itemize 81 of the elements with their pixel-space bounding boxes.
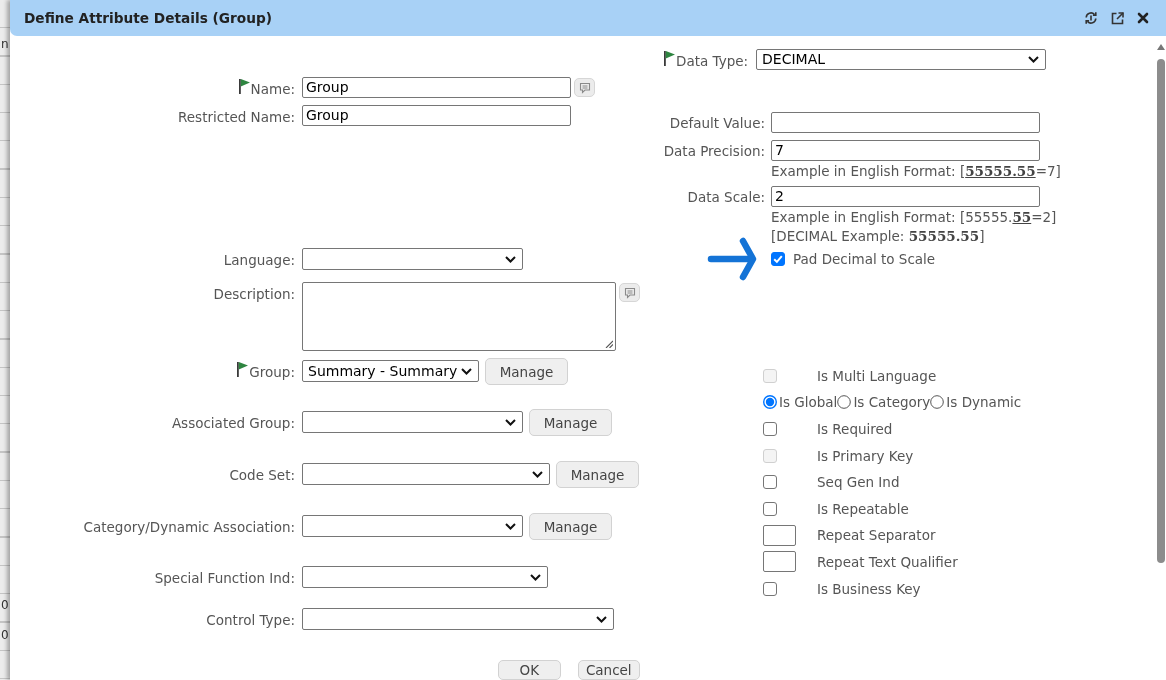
field-label: Data Scale:: [686, 187, 765, 207]
dropdown-field[interactable]: [302, 248, 523, 270]
field-label: Group:: [249, 363, 295, 380]
caret-icon: [505, 418, 516, 426]
checkbox-label: Is Repeatable: [817, 500, 909, 517]
field-label: Data Type:: [676, 52, 749, 69]
caret-icon: [505, 522, 516, 530]
caret-icon: [461, 367, 472, 375]
comment-button[interactable]: [619, 283, 640, 302]
checkbox-label: Seq Gen Ind: [817, 474, 900, 491]
dialog-title: Define Attribute Details (Group): [24, 10, 272, 26]
dropdown-field[interactable]: [302, 515, 523, 537]
format-hint: [DECIMAL Example: 55555.55]: [771, 226, 985, 246]
field-label: Category/Dynamic Association:: [83, 518, 295, 535]
field-label: Name:: [250, 80, 295, 97]
dialog-button[interactable]: OK: [498, 660, 561, 680]
field-label: Repeat Separator: [817, 527, 936, 544]
scroll-up-icon[interactable]: [1156, 44, 1165, 50]
field-label: Restricted Name:: [178, 108, 295, 125]
caret-icon: [596, 615, 607, 623]
checkbox[interactable]: [763, 475, 777, 490]
field-label: Description:: [213, 285, 295, 302]
manage-button[interactable]: Manage: [529, 513, 612, 540]
dropdown-field[interactable]: [302, 608, 614, 630]
text-field[interactable]: [763, 524, 796, 546]
dropdown-field[interactable]: [302, 463, 550, 485]
caret-icon: [505, 255, 516, 263]
checkbox-label: Is Business Key: [817, 580, 921, 597]
field-label: Associated Group:: [171, 414, 295, 431]
field-label: Special Function Ind:: [154, 569, 295, 586]
dialog-button[interactable]: Cancel: [577, 660, 640, 680]
table-cell: n: [0, 37, 10, 52]
manage-button[interactable]: Manage: [485, 358, 568, 385]
dropdown-field[interactable]: [302, 566, 548, 588]
speech-bubble-icon: [623, 286, 636, 299]
text-field[interactable]: Group: [302, 77, 571, 98]
format-hint: Example in English Format: [55555.55=2]: [771, 207, 1057, 227]
field-label: Repeat Text Qualifier: [817, 553, 958, 570]
manage-button[interactable]: Manage: [529, 409, 612, 436]
dropdown-field[interactable]: DECIMAL: [756, 49, 1047, 70]
radio-button[interactable]: [930, 395, 945, 410]
external-link-icon[interactable]: [1111, 11, 1124, 25]
radio-label: Is Category: [853, 394, 931, 411]
radio-button[interactable]: [763, 395, 777, 410]
caret-icon: [530, 573, 541, 581]
resize-grip-icon[interactable]: [605, 340, 613, 348]
checkbox-label: Pad Decimal to Scale: [793, 250, 936, 267]
text-field[interactable]: [763, 551, 796, 573]
caret-icon: [532, 470, 543, 478]
table-cell: 0: [0, 598, 10, 613]
text-area[interactable]: [302, 282, 616, 351]
checkbox[interactable]: [763, 422, 777, 436]
checkbox[interactable]: [771, 251, 785, 266]
caret-icon: [1028, 56, 1040, 63]
checkbox-label: Is Required: [817, 421, 893, 437]
field-label: Language:: [223, 251, 295, 268]
text-field[interactable]: 7: [771, 139, 1040, 161]
speech-bubble-icon: [578, 81, 591, 94]
scrollbar-thumb[interactable]: [1156, 59, 1165, 563]
format-hint: Example in English Format: [55555.55=7]: [771, 161, 1061, 181]
checkbox-label: Is Multi Language: [817, 367, 937, 384]
text-field[interactable]: [771, 111, 1040, 133]
field-label: Code Set:: [229, 466, 295, 483]
field-label: Default Value:: [668, 113, 765, 133]
comment-button[interactable]: [574, 78, 595, 97]
checkbox[interactable]: [763, 581, 777, 596]
radio-label: Is Dynamic: [946, 394, 1022, 411]
table-cell: 0: [0, 628, 10, 643]
dropdown-field[interactable]: [302, 411, 523, 433]
text-field[interactable]: Group: [302, 105, 571, 126]
close-icon[interactable]: [1137, 12, 1149, 24]
dropdown-field[interactable]: Summary - Summary: [302, 360, 479, 382]
checkbox-label: Is Primary Key: [817, 447, 914, 464]
text-field[interactable]: 2: [771, 185, 1040, 207]
field-label: Data Precision:: [662, 141, 765, 161]
sync-icon[interactable]: [1084, 11, 1098, 25]
radio-label: Is Global: [779, 394, 838, 411]
manage-button[interactable]: Manage: [556, 461, 639, 488]
field-label: Control Type:: [206, 611, 295, 628]
checkbox[interactable]: [763, 501, 777, 516]
radio-button[interactable]: [837, 395, 852, 410]
